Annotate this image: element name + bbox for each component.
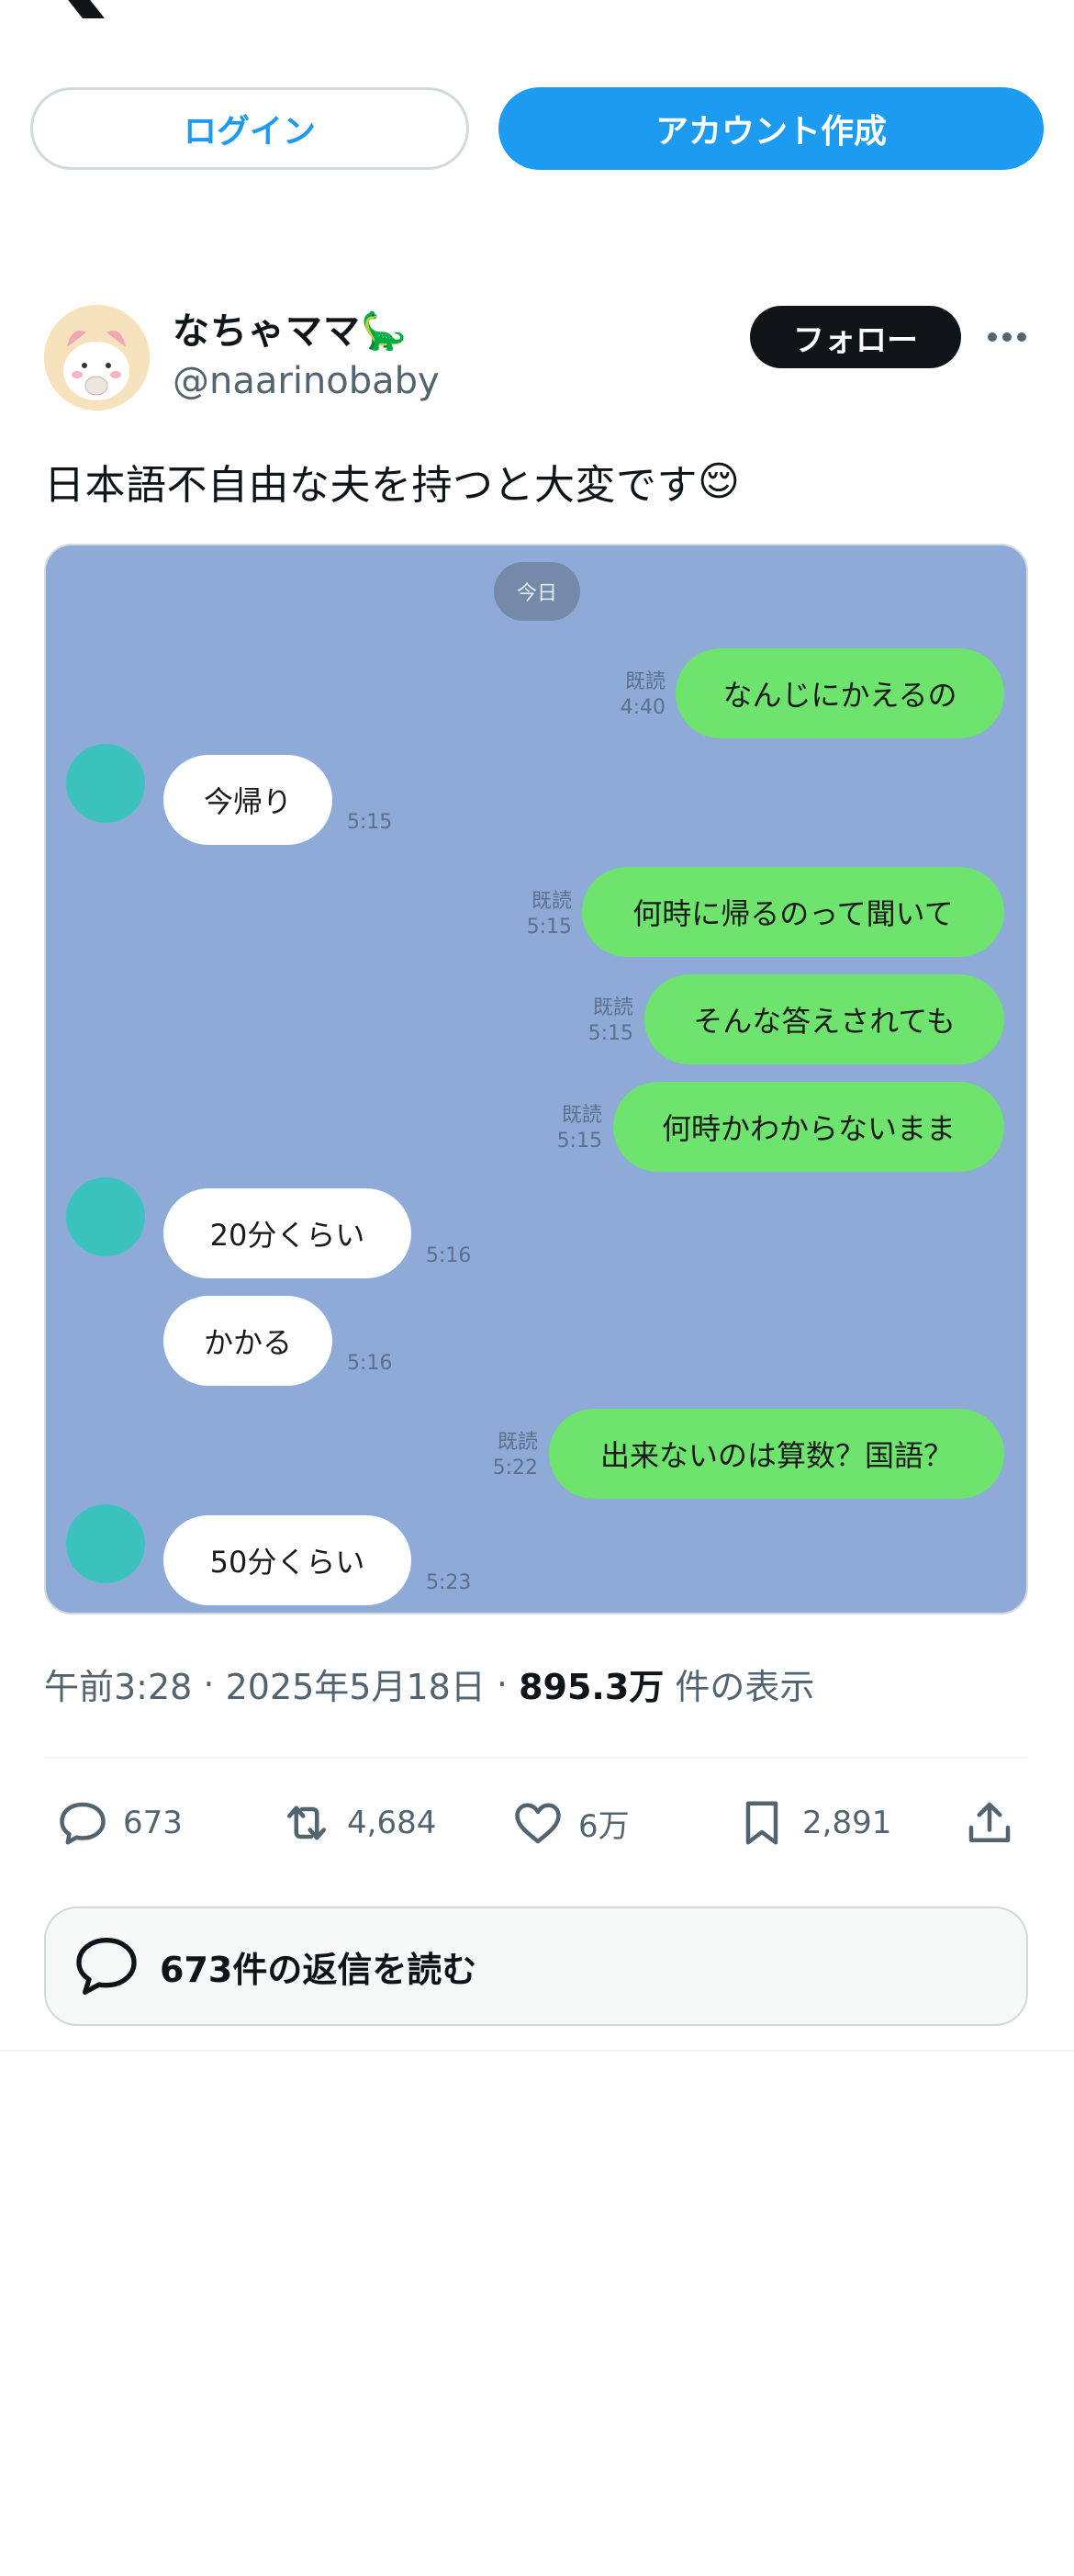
repost-icon [287, 1805, 326, 1840]
chat-date-pill: 今日 [494, 562, 580, 621]
view-count: 895.3万 [519, 1667, 665, 1707]
chat-time: 5:16 [426, 1244, 472, 1267]
signup-button[interactable]: アカウント作成 [498, 87, 1044, 170]
heart-icon [515, 1803, 561, 1844]
chat-time: 5:15 [347, 811, 393, 834]
replies-bubble-icon [76, 1938, 137, 1995]
reply-button[interactable]: 673 [55, 1791, 183, 1855]
read-replies-button[interactable]: 673件の返信を読む [44, 1907, 1028, 2026]
avatar[interactable] [44, 305, 150, 411]
tweet-image[interactable]: 今日 既読 4:40 なんじにかえるの 今帰り 5:15 既読 5:15 何時に帰る… [44, 544, 1028, 1614]
share-button[interactable] [962, 1791, 1017, 1855]
reply-count: 673 [123, 1805, 183, 1841]
like-count: 6万 [578, 1807, 630, 1845]
x-logo-icon[interactable] [44, 0, 108, 18]
share-icon [968, 1802, 1011, 1842]
read-replies-label: 673件の返信を読む [160, 1949, 477, 1990]
chat-time: 5:23 [426, 1571, 472, 1594]
tweet-time[interactable]: 午前3:28 [44, 1659, 192, 1709]
chat-bubble-received: 20分くらい [163, 1188, 411, 1278]
relieved-face-emoji: 😌 [698, 457, 741, 505]
tweet-text-body: 日本語不自由な夫を持つと大変です [44, 462, 698, 509]
chat-bubble-received: かかる [163, 1296, 332, 1386]
chat-bubble-sent: 出来ないのは算数？国語？ [549, 1409, 1004, 1499]
chat-bubble-sent: 何時に帰るのって聞いて [582, 867, 1004, 957]
bookmark-button[interactable]: 2,891 [734, 1791, 891, 1855]
chat-read-meta: 既読 4:40 [620, 670, 666, 719]
seal-avatar-icon [66, 744, 145, 823]
like-button[interactable]: 6万 [510, 1791, 630, 1855]
chat-read-meta: 既読 5:15 [526, 890, 572, 939]
chat-bubble-received: 50分くらい [163, 1515, 411, 1605]
view-count-label: 件の表示 [675, 1667, 815, 1707]
chat-read-meta: 既読 5:15 [556, 1104, 602, 1153]
tweet-timestamp-line: 午前3:28 · 2025年5月18日 · 895.3万 件の表示 [44, 1659, 814, 1709]
more-options-icon[interactable] [985, 321, 1029, 353]
tweet-text: 日本語不自由な夫を持つと大変です 😌 [44, 452, 740, 511]
chat-bubble-sent: そんな答えされても [644, 974, 1004, 1064]
seal-avatar-icon [66, 1177, 145, 1256]
seal-avatar-icon [66, 1504, 145, 1583]
chat-bubble-received: 今帰り [163, 755, 332, 845]
bookmark-count: 2,891 [802, 1805, 892, 1841]
repost-count: 4,684 [347, 1805, 437, 1841]
login-button[interactable]: ログイン [30, 87, 469, 170]
follow-button[interactable]: フォロー [750, 306, 961, 368]
bookmark-icon [745, 1801, 778, 1845]
avatar-illustration-icon [44, 305, 150, 411]
chat-bubble-sent: 何時かわからないまま [613, 1082, 1004, 1172]
tweet-date[interactable]: 2025年5月18日 [226, 1659, 486, 1709]
chat-time: 5:16 [347, 1352, 393, 1375]
chat-read-meta: 既読 5:15 [587, 996, 633, 1045]
divider [44, 1757, 1028, 1759]
user-handle[interactable]: @naarinobaby [173, 360, 440, 402]
display-name[interactable]: なちゃママ🦕 [173, 301, 408, 354]
chat-read-meta: 既読 5:22 [492, 1431, 538, 1479]
reply-icon [60, 1802, 106, 1845]
bottom-divider [0, 2050, 1074, 2052]
repost-button[interactable]: 4,684 [279, 1791, 436, 1855]
chat-bubble-sent: なんじにかえるの [676, 648, 1004, 738]
